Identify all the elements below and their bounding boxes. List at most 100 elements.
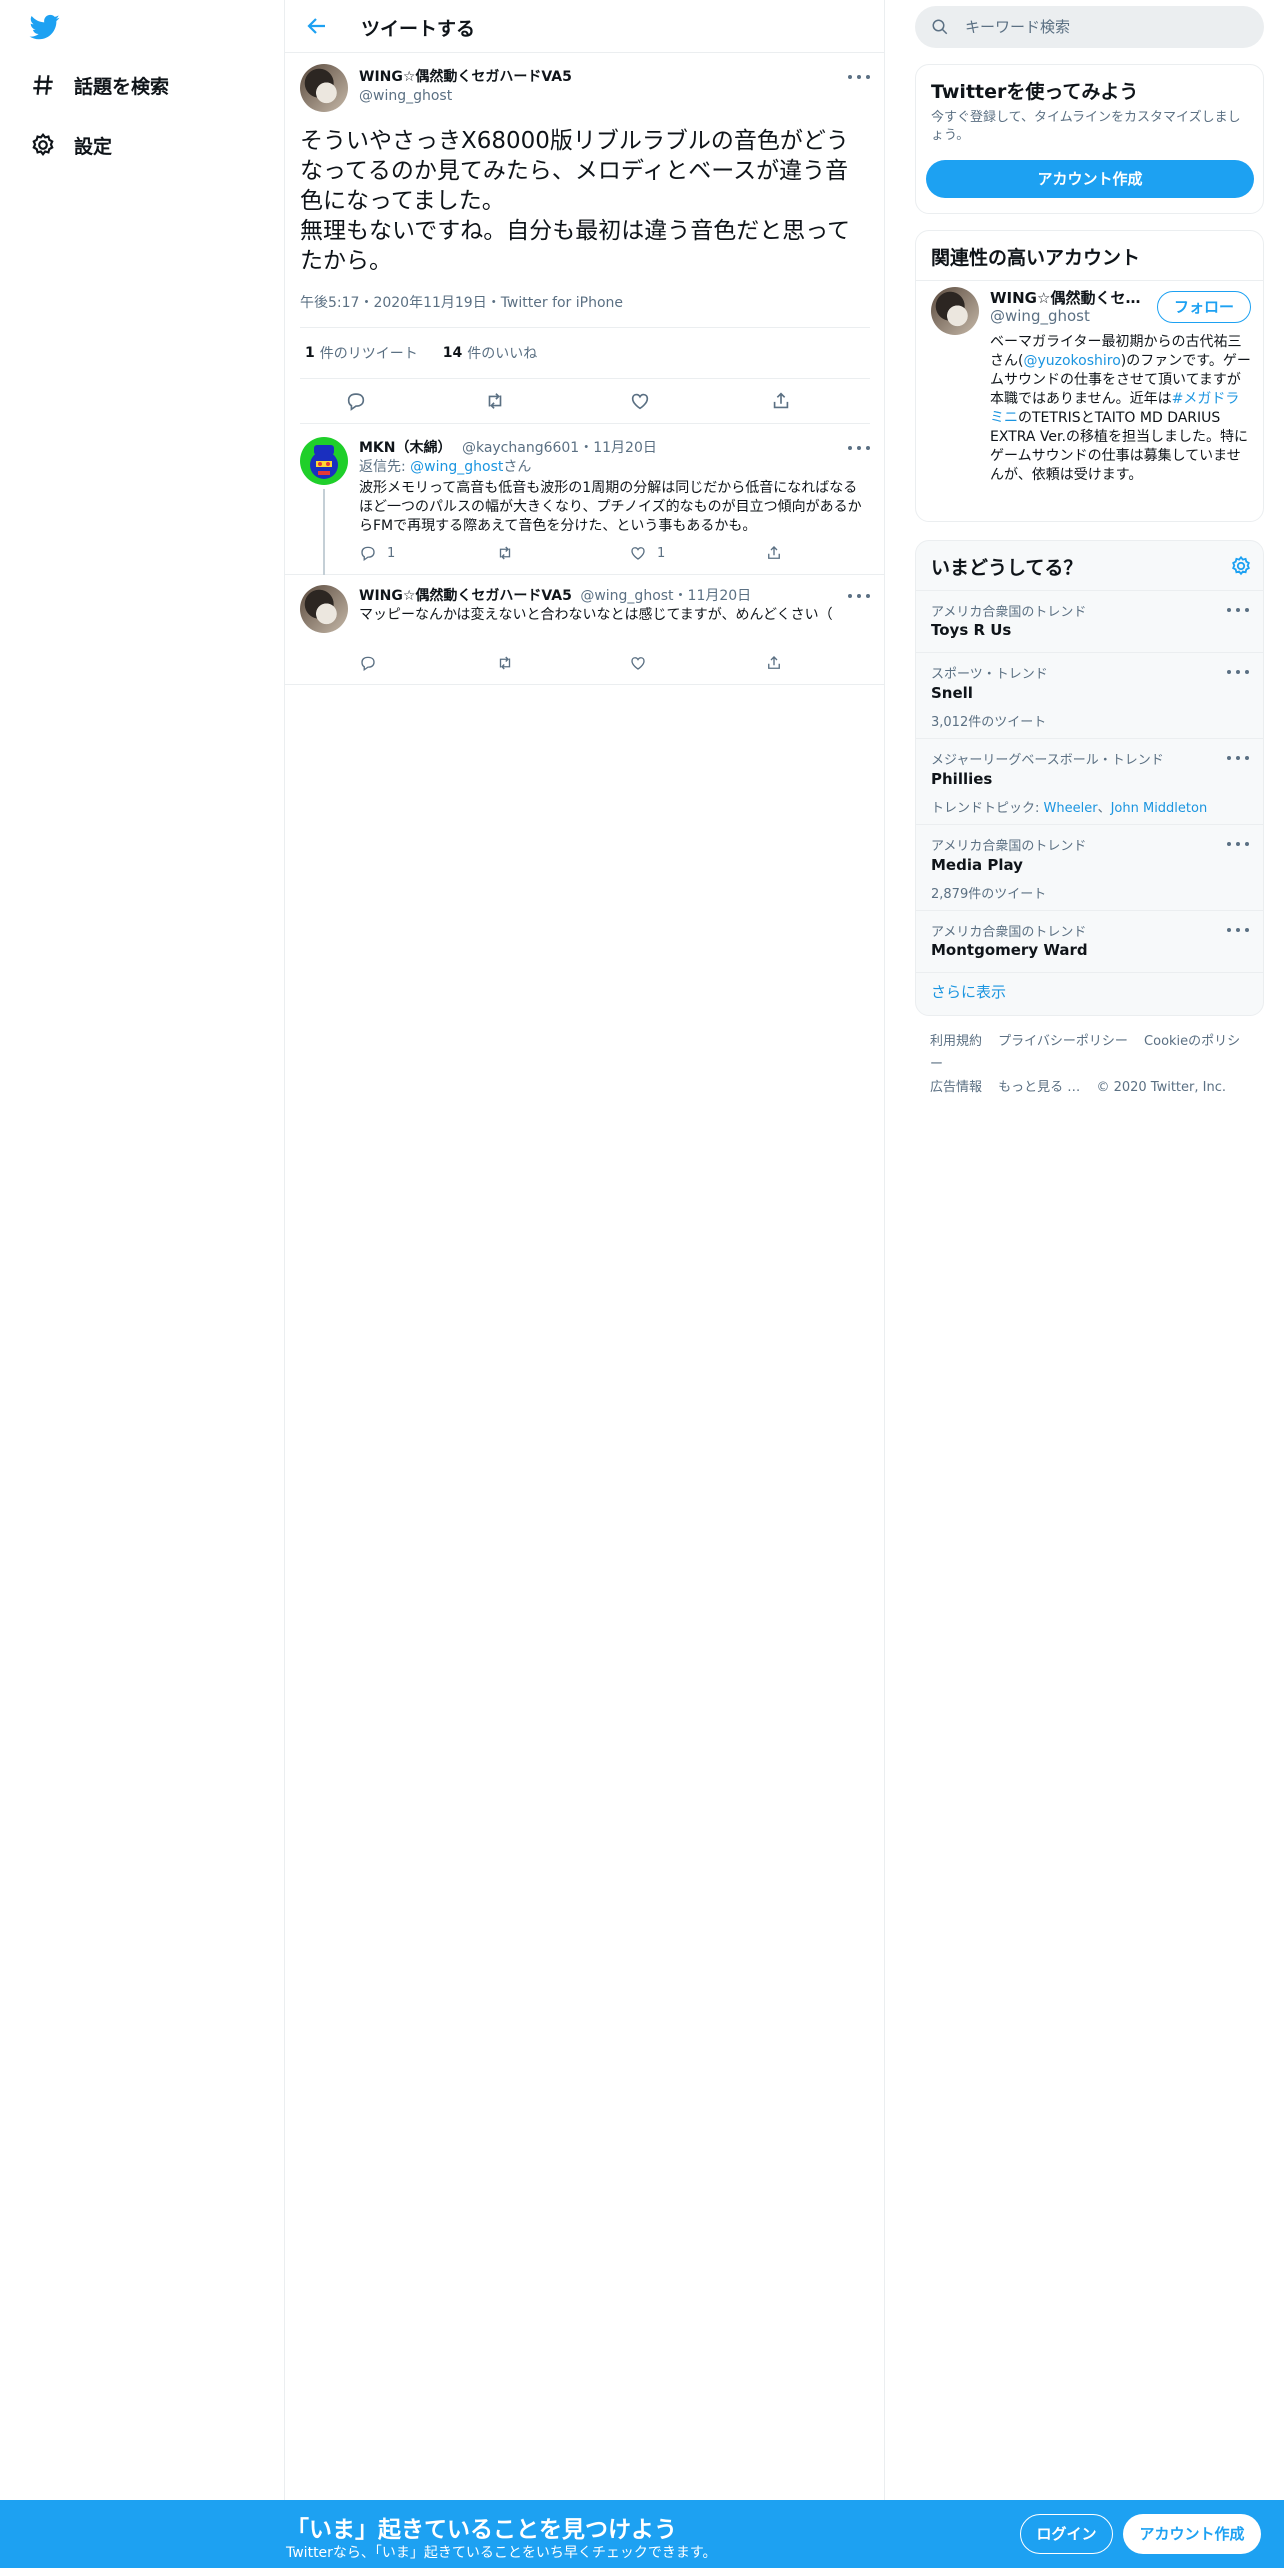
- reply-count: 1: [387, 545, 396, 561]
- retweet-count[interactable]: 1: [305, 345, 315, 361]
- footer-link-more[interactable]: もっと見る …: [998, 1080, 1080, 1095]
- related-account-bio: ベーマガライター最初期からの古代祐三さん(@yuzokoshiro)のファンです…: [990, 333, 1252, 485]
- like-icon: [631, 657, 645, 670]
- back-arrow-icon[interactable]: [305, 14, 329, 38]
- footer-link-terms[interactable]: 利用規約: [930, 1034, 982, 1049]
- reply-author-handle[interactable]: @kaychang6601: [462, 440, 579, 456]
- trend-name: Phillies: [931, 770, 993, 788]
- more-options-icon[interactable]: [1227, 839, 1249, 849]
- left-nav: 話題を検索 設定: [0, 0, 285, 2500]
- trend-tweet-count: 3,012件のツイート: [931, 715, 1047, 730]
- signup-card-subtitle: 今すぐ登録して、タイムラインをカスタマイズしましょう。: [931, 110, 1241, 143]
- tweet-stats: 1 件のリツイート 14 件のいいね: [300, 327, 870, 379]
- related-account-name[interactable]: WING☆偶然動くセガハードVA5: [990, 287, 1150, 308]
- share-icon: [768, 656, 780, 669]
- trend-topic-link[interactable]: John Middleton: [1111, 801, 1208, 816]
- trend-item[interactable]: アメリカ合衆国のトレンド Media Play 2,879件のツイート: [916, 825, 1263, 911]
- share-icon[interactable]: [770, 390, 794, 414]
- more-options-icon[interactable]: [1227, 605, 1249, 615]
- related-accounts-header: 関連性の高いアカウント: [916, 231, 1263, 281]
- more-options-icon[interactable]: [1227, 925, 1249, 935]
- more-options-icon[interactable]: [1227, 753, 1249, 763]
- trend-topic-prefix: トレンドトピック:: [931, 801, 1044, 816]
- reply-button[interactable]: [359, 654, 377, 672]
- trend-topic-separator: 、: [1097, 801, 1111, 816]
- trend-context: スポーツ・トレンド: [931, 667, 1048, 682]
- search-input[interactable]: [963, 17, 1253, 37]
- tweet-timestamp[interactable]: 午後5:17・2020年11月19日・Twitter for iPhone: [300, 292, 623, 312]
- reply-button[interactable]: 1: [359, 544, 395, 562]
- bottom-bar-title: 「いま」起きていることを見つけよう: [286, 2517, 677, 2543]
- tweet-actions: [300, 380, 870, 424]
- reply-author-name[interactable]: MKN（木綿）: [359, 440, 452, 456]
- search-bar[interactable]: [915, 6, 1264, 48]
- reply-to-line: 返信先: @wing_ghostさん: [359, 458, 869, 477]
- reply-text: 波形メモリって高音も低音も波形の1周期の分解は同じだから低音になればなるほど一つ…: [359, 480, 862, 534]
- thread-line: [323, 489, 325, 575]
- share-button[interactable]: [765, 544, 783, 562]
- bottom-create-account-button[interactable]: アカウント作成: [1123, 2514, 1261, 2554]
- like-button[interactable]: [629, 654, 647, 672]
- settings-gear-icon[interactable]: [1230, 555, 1252, 577]
- create-account-button[interactable]: アカウント作成: [926, 160, 1254, 198]
- reply-actions: [359, 654, 819, 678]
- bio-mention-link[interactable]: @yuzokoshiro: [1023, 353, 1120, 369]
- login-button[interactable]: ログイン: [1020, 2514, 1113, 2554]
- reply-date[interactable]: ・11月20日: [674, 588, 752, 604]
- reply-icon[interactable]: [345, 390, 369, 414]
- main-header: ツイートする: [285, 0, 884, 53]
- like-count[interactable]: 14: [443, 345, 462, 361]
- reply-author-handle[interactable]: @wing_ghost: [580, 588, 673, 604]
- reply-date[interactable]: ・11月20日: [579, 440, 657, 456]
- share-icon: [768, 546, 780, 559]
- hashtag-icon: [28, 70, 58, 100]
- follow-button[interactable]: フォロー: [1157, 291, 1251, 323]
- footer-link-ads[interactable]: 広告情報: [930, 1080, 982, 1095]
- reply-text: マッピーなんかは変えないと合わないなとは感じてますが、めんどくさい（: [359, 607, 833, 623]
- nav-explore[interactable]: 話題を検索: [28, 65, 169, 105]
- more-options-icon[interactable]: [848, 591, 870, 601]
- bottom-signup-bar: 「いま」起きていることを見つけよう Twitterなら、「いま」起きていることを…: [0, 2500, 1284, 2568]
- trend-context: アメリカ合衆国のトレンド: [931, 605, 1087, 620]
- retweet-label[interactable]: 件のリツイート: [320, 343, 418, 363]
- trend-item[interactable]: アメリカ合衆国のトレンド Montgomery Ward: [916, 911, 1263, 973]
- avatar[interactable]: [300, 585, 348, 633]
- related-account-handle[interactable]: @wing_ghost: [990, 307, 1090, 325]
- trend-name: Toys R Us: [931, 621, 1012, 639]
- like-icon[interactable]: [629, 390, 653, 414]
- retweet-button[interactable]: [496, 654, 514, 672]
- trend-item[interactable]: アメリカ合衆国のトレンド Toys R Us: [916, 591, 1263, 653]
- like-label[interactable]: 件のいいね: [467, 343, 537, 363]
- trend-item[interactable]: メジャーリーグベースボール・トレンド Phillies トレンドトピック: Wh…: [916, 739, 1263, 825]
- tweet-author-handle[interactable]: @wing_ghost: [359, 88, 452, 104]
- more-options-icon[interactable]: [848, 72, 870, 82]
- show-more-link[interactable]: さらに表示: [931, 981, 1006, 1002]
- twitter-logo-icon[interactable]: [28, 12, 64, 42]
- trend-item[interactable]: スポーツ・トレンド Snell 3,012件のツイート: [916, 653, 1263, 739]
- retweet-button[interactable]: [496, 544, 514, 562]
- bottom-bar-subtitle: Twitterなら、「いま」起きていることをいち早くチェックできます。: [286, 2545, 717, 2561]
- reply-to-prefix: 返信先:: [359, 459, 411, 475]
- tweet-author-name[interactable]: WING☆偶然動くセガハードVA5: [359, 66, 572, 86]
- like-count: 1: [657, 545, 666, 561]
- avatar[interactable]: [300, 64, 348, 112]
- share-button[interactable]: [765, 654, 783, 672]
- like-button[interactable]: 1: [629, 544, 665, 562]
- reply-to-mention[interactable]: @wing_ghost: [410, 459, 503, 475]
- footer-link-privacy[interactable]: プライバシーポリシー: [998, 1034, 1128, 1049]
- more-options-icon[interactable]: [1227, 667, 1249, 677]
- retweet-icon[interactable]: [484, 390, 508, 414]
- avatar[interactable]: [300, 437, 348, 485]
- trend-topic-link[interactable]: Wheeler: [1044, 801, 1098, 816]
- avatar[interactable]: [931, 287, 979, 335]
- reply-icon: [361, 656, 375, 672]
- nav-settings-label: 設定: [74, 135, 113, 158]
- reply-author-name[interactable]: WING☆偶然動くセガハードVA5: [359, 588, 572, 604]
- retweet-icon: [499, 656, 511, 670]
- trend-context: アメリカ合衆国のトレンド: [931, 925, 1087, 940]
- more-options-icon[interactable]: [848, 443, 870, 453]
- reply-tweet[interactable]: WING☆偶然動くセガハードVA5 @wing_ghost・11月20日 マッピ…: [285, 575, 885, 685]
- trend-name: Media Play: [931, 856, 1023, 874]
- nav-settings[interactable]: 設定: [28, 125, 112, 165]
- reply-tweet[interactable]: MKN（木綿） @kaychang6601・11月20日 返信先: @wing_…: [285, 425, 885, 575]
